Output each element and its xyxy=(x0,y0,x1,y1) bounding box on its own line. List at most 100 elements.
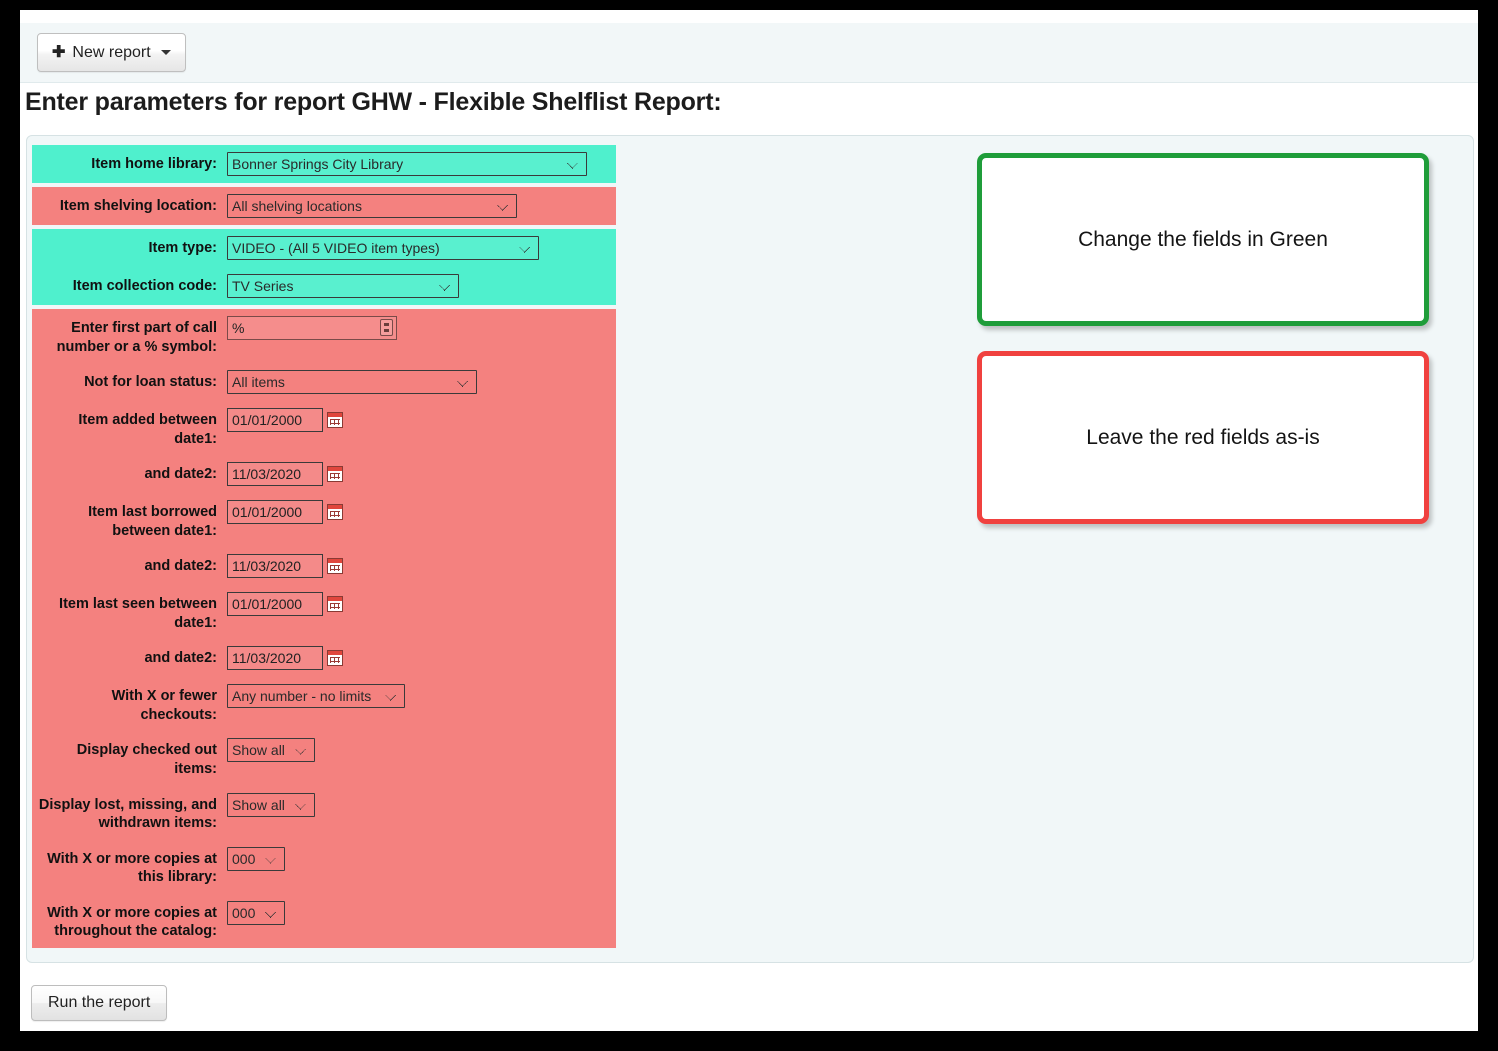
report-parameters-card: Item home library: Bonner Springs City Li… xyxy=(26,135,1474,963)
field-group-red: Item shelving location: All shelving loca… xyxy=(32,187,616,225)
field-label: With X or more copies at throughout the … xyxy=(47,904,217,940)
form-row: Item collection code: TV Series xyxy=(32,267,616,305)
form-row: Display lost, missing, and withdrawn ite… xyxy=(32,786,616,840)
field-label: Enter first part of call number or a % s… xyxy=(56,320,217,355)
select-field[interactable]: All shelving locations xyxy=(227,194,517,218)
select-field[interactable]: 000 xyxy=(227,900,285,925)
chevron-down-icon xyxy=(160,50,171,55)
call-number-input[interactable] xyxy=(227,316,397,340)
calendar-icon[interactable] xyxy=(327,504,343,521)
form-row: Item last seen between date1: xyxy=(32,585,616,639)
field-label: Item last seen between date1: xyxy=(59,596,217,631)
form-row: Item added between date1: xyxy=(32,401,616,455)
field-control xyxy=(227,592,616,617)
field-label: Item type: xyxy=(148,240,218,256)
page-surface: ✚ New report Enter parameters for report… xyxy=(20,10,1478,1031)
date-input[interactable] xyxy=(227,462,323,487)
callout-green-text: Change the fields in Green xyxy=(1078,227,1328,251)
field-group-green: Item home library: Bonner Springs City Li… xyxy=(32,145,616,183)
field-label: Item home library: xyxy=(91,156,217,172)
parameters-form: Item home library: Bonner Springs City Li… xyxy=(32,145,616,948)
select-field[interactable]: VIDEO - (All 5 VIDEO item types) xyxy=(227,236,539,260)
field-label: Item added between date1: xyxy=(78,412,217,447)
date-field-wrapper xyxy=(227,462,343,487)
field-label: With X or more copies at this library: xyxy=(47,850,217,886)
field-control: TV Series xyxy=(227,274,616,298)
select-field[interactable]: All items xyxy=(227,370,477,395)
form-row: and date2: xyxy=(32,455,616,493)
new-report-label: New report xyxy=(72,43,151,61)
run-report-button[interactable]: Run the report xyxy=(31,985,168,1021)
field-label: Display checked out items: xyxy=(76,742,217,778)
call-number-wrapper xyxy=(227,316,397,340)
field-control xyxy=(227,316,616,340)
field-label: Not for loan status: xyxy=(84,374,217,391)
date-field-wrapper xyxy=(227,592,343,617)
form-row: With X or fewer checkouts: Any number - n… xyxy=(32,677,616,731)
field-control: Bonner Springs City Library xyxy=(227,152,616,176)
field-group-green: Item type: VIDEO - (All 5 VIDEO item type… xyxy=(32,229,616,305)
callout-green: Change the fields in Green xyxy=(977,153,1429,326)
field-label: Display lost, missing, and withdrawn ite… xyxy=(38,796,217,832)
field-control: All items xyxy=(227,370,616,395)
field-control: VIDEO - (All 5 VIDEO item types) xyxy=(227,236,616,260)
field-control xyxy=(227,462,616,487)
form-row: Display checked out items: Show all xyxy=(32,731,616,785)
calendar-icon[interactable] xyxy=(327,650,343,667)
select-field[interactable]: 000 xyxy=(227,846,285,871)
form-row: Item home library: Bonner Springs City Li… xyxy=(32,145,616,183)
date-input[interactable] xyxy=(227,408,323,433)
form-row: Not for loan status: All items xyxy=(32,363,616,401)
form-row: With X or more copies at this library: 00… xyxy=(32,840,616,894)
field-label: Item collection code: xyxy=(72,278,217,294)
field-control: 000 xyxy=(227,900,616,925)
form-row: Item last borrowed between date1: xyxy=(32,493,616,547)
date-field-wrapper xyxy=(227,408,343,433)
field-label: and date2: xyxy=(144,466,217,483)
screenshot-root: ✚ New report Enter parameters for report… xyxy=(0,0,1498,1051)
calendar-icon[interactable] xyxy=(327,558,343,575)
date-input[interactable] xyxy=(227,646,323,671)
calendar-icon[interactable] xyxy=(327,412,343,429)
date-input[interactable] xyxy=(227,554,323,579)
form-row: and date2: xyxy=(32,547,616,585)
report-toolbar: ✚ New report xyxy=(20,23,1478,83)
date-field-wrapper xyxy=(227,554,343,579)
stepper-icon[interactable] xyxy=(380,319,393,336)
field-label: With X or fewer checkouts: xyxy=(111,688,217,723)
form-row: Enter first part of call number or a % s… xyxy=(32,309,616,363)
callout-red: Leave the red fields as-is xyxy=(977,351,1429,524)
field-group-red: Enter first part of call number or a % s… xyxy=(32,309,616,948)
select-field[interactable]: Any number - no limits xyxy=(227,684,405,709)
field-control xyxy=(227,408,616,433)
calendar-icon[interactable] xyxy=(327,596,343,613)
field-label: and date2: xyxy=(144,650,217,667)
field-control: Any number - no limits xyxy=(227,684,616,709)
field-label: Item last borrowed between date1: xyxy=(88,504,217,539)
date-input[interactable] xyxy=(227,500,323,525)
select-field[interactable]: Show all xyxy=(227,792,315,817)
field-control xyxy=(227,554,616,579)
field-control xyxy=(227,500,616,525)
calendar-icon[interactable] xyxy=(327,466,343,483)
form-row: Item type: VIDEO - (All 5 VIDEO item type… xyxy=(32,229,616,267)
select-field[interactable]: TV Series xyxy=(227,274,459,298)
select-field[interactable]: Bonner Springs City Library xyxy=(227,152,587,176)
form-row: and date2: xyxy=(32,639,616,677)
field-label: and date2: xyxy=(144,558,217,575)
date-input[interactable] xyxy=(227,592,323,617)
page-title: Enter parameters for report GHW - Flexib… xyxy=(25,88,722,116)
plus-icon: ✚ xyxy=(52,43,66,61)
select-field[interactable]: Show all xyxy=(227,738,315,763)
new-report-button[interactable]: ✚ New report xyxy=(37,33,186,72)
run-report-label: Run the report xyxy=(48,994,151,1011)
date-field-wrapper xyxy=(227,500,343,525)
form-row: Item shelving location: All shelving loca… xyxy=(32,187,616,225)
form-row: With X or more copies at throughout the … xyxy=(32,894,616,948)
field-control: 000 xyxy=(227,846,616,871)
field-control: Show all xyxy=(227,792,616,817)
field-control xyxy=(227,646,616,671)
field-control: Show all xyxy=(227,738,616,763)
date-field-wrapper xyxy=(227,646,343,671)
callout-red-text: Leave the red fields as-is xyxy=(1086,425,1320,449)
